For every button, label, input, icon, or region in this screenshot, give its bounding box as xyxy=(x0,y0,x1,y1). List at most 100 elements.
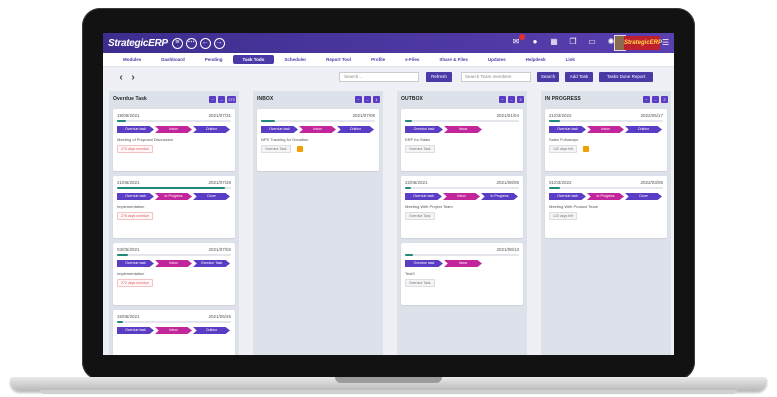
stage-chevrons: Overdue task Inbox Overdue Task xyxy=(117,260,231,267)
back-circle-icon[interactable]: ← xyxy=(199,37,211,49)
prev-arrow-icon[interactable]: ‹ xyxy=(115,72,127,83)
stage-chevron[interactable]: Inbox xyxy=(155,126,192,133)
stage-chevron[interactable]: Inbox xyxy=(587,126,624,133)
menu-item-scheduler[interactable]: Scheduler xyxy=(274,55,316,64)
minus-icon[interactable]: − xyxy=(355,95,362,103)
collapse-icon[interactable]: – xyxy=(218,95,226,103)
menu-item-e-files[interactable]: e-Files xyxy=(395,55,429,64)
monitor-icon[interactable]: ▭ xyxy=(587,37,597,47)
menu-item-pending[interactable]: Pending xyxy=(195,55,233,64)
stage-chevron[interactable]: Overdue task xyxy=(117,260,154,267)
menu-item-modules[interactable]: Modules xyxy=(113,55,151,64)
card-dates: 2021/08/13 xyxy=(401,243,523,252)
task-card[interactable]: 19/05/2021 2021/07/31 Overdue task Inbox Out… xyxy=(113,109,235,171)
stage-chevron[interactable]: In Progress xyxy=(587,193,624,200)
collapse-icon[interactable]: – xyxy=(652,95,659,103)
stage-chevron[interactable]: Overdue task xyxy=(405,126,443,133)
stage-chevron[interactable]: Overdue task xyxy=(405,260,443,267)
stage-chevron[interactable]: Overdue task xyxy=(549,126,586,133)
refresh-button[interactable]: Refresh xyxy=(426,72,452,82)
progress-fill xyxy=(405,187,411,189)
menu-item-updates[interactable]: Updates xyxy=(478,55,516,64)
menu-item-profile[interactable]: Profile xyxy=(361,55,395,64)
stage-chevron[interactable]: Inbox xyxy=(443,193,480,200)
stage-chevron[interactable]: In Progress xyxy=(481,193,518,200)
task-card[interactable]: 21/06/2021 2021/07/28 Overdue task In Progr… xyxy=(113,176,235,238)
copy-icon[interactable]: ❐ xyxy=(568,37,578,47)
task-description: Implementation xyxy=(117,204,145,209)
menu-item-task-todo[interactable]: Task Todo xyxy=(232,55,275,64)
stage-chevron[interactable]: Inbox xyxy=(155,260,192,267)
status-tag: 273 days overdue xyxy=(117,145,153,153)
progress-fill xyxy=(549,187,561,189)
stage-chevron[interactable]: Overdue task xyxy=(405,193,442,200)
column-overdue-task: Overdue Task − –272 19/05/2021 2021/07/31 Ove… xyxy=(109,91,239,355)
search-input[interactable]: Search... xyxy=(339,72,419,82)
next-arrow-icon[interactable]: › xyxy=(127,72,139,83)
more-circle-icon[interactable]: ⋯ xyxy=(185,37,197,49)
menu-circle-icon[interactable]: ≡ xyxy=(171,37,183,49)
task-description: Meeting With Product Team xyxy=(549,204,599,209)
stage-chevron[interactable]: Outbox xyxy=(337,126,374,133)
menu-item-link[interactable]: Link xyxy=(556,55,585,64)
due-date: 2021/07/02 xyxy=(208,247,231,252)
stage-chevron[interactable]: Inbox xyxy=(299,126,336,133)
progress-fill xyxy=(117,120,127,122)
stage-chevrons: Overdue task In Progress Done xyxy=(117,193,231,200)
task-card[interactable]: 2021/01/04 Overdue task Inbox ERP for Sales… xyxy=(401,109,523,171)
menu-item-report-tool[interactable]: Report Tool xyxy=(316,55,361,64)
task-card[interactable]: 2021/08/13 Overdue task Inbox Test3 Overdue … xyxy=(401,243,523,305)
task-card[interactable]: 01/03/2022 2022/03/05 Overdue task In Progr… xyxy=(545,176,667,238)
stage-chevron[interactable]: Outbox xyxy=(193,126,230,133)
ticket-icon[interactable] xyxy=(296,145,303,152)
microphone-icon[interactable]: ● xyxy=(530,37,540,47)
tasks-done-report-button[interactable]: Tasks Done Report xyxy=(599,72,653,82)
stage-chevron[interactable]: Inbox xyxy=(444,260,482,267)
menu-item-dashboard[interactable]: Dashboard xyxy=(151,55,195,64)
task-card[interactable]: 03/05/2021 2021/07/02 Overdue task Inbox Ove… xyxy=(113,243,235,305)
menu-item-helpdesk[interactable]: Helpdesk xyxy=(516,55,556,64)
stage-chevron[interactable]: Overdue task xyxy=(117,327,154,334)
stage-chevron[interactable]: Outbox xyxy=(625,126,662,133)
calculator-icon[interactable]: ▦ xyxy=(549,37,559,47)
stage-chevron[interactable]: Outbox xyxy=(193,327,230,334)
progress-bar xyxy=(261,120,375,122)
minus-icon[interactable]: − xyxy=(209,95,217,103)
task-description: NPS Tracking for Donation xyxy=(261,137,309,142)
mail-icon[interactable]: ✉ xyxy=(511,34,525,47)
hamburger-icon[interactable]: ☰ xyxy=(662,38,671,47)
task-card[interactable]: 22/06/2021 2021/08/05 Overdue task Inbox In … xyxy=(401,176,523,238)
progress-bar xyxy=(549,187,663,189)
stage-chevrons: Overdue task Inbox xyxy=(405,126,519,133)
due-date: 2021/07/31 xyxy=(208,113,231,118)
stage-chevron[interactable]: Inbox xyxy=(444,126,482,133)
stage-chevron[interactable]: Overdue task xyxy=(261,126,298,133)
task-card[interactable]: 16/06/2021 2021/06/26 Overdue task Inbox Out… xyxy=(113,310,235,355)
stage-chevron[interactable]: Overdue Task xyxy=(193,260,230,267)
minus-icon[interactable]: − xyxy=(643,95,650,103)
collapse-icon[interactable]: – xyxy=(508,95,515,103)
task-description: Sales Followups xyxy=(549,137,579,142)
progress-bar xyxy=(405,120,519,122)
menu-item-share-files[interactable]: Share & Files xyxy=(429,55,478,64)
collapse-icon[interactable]: – xyxy=(364,95,371,103)
stage-chevron[interactable]: Overdue task xyxy=(117,126,154,133)
progress-bar xyxy=(117,187,231,189)
team-search-input[interactable]: Search Team members xyxy=(461,72,531,82)
stage-chevron[interactable]: Inbox xyxy=(155,327,192,334)
task-card[interactable]: 21/03/2022 2022/05/17 Overdue task Inbox Out… xyxy=(545,109,667,171)
stage-chevron[interactable]: In Progress xyxy=(155,193,192,200)
task-card[interactable]: 2021/07/09 Overdue task Inbox Outbox NPS Tra… xyxy=(257,109,379,171)
stage-chevron[interactable]: Done xyxy=(193,193,230,200)
due-date: 2021/08/13 xyxy=(496,247,519,252)
add-task-button[interactable]: Add Task xyxy=(565,72,593,82)
stage-chevron[interactable]: Overdue task xyxy=(117,193,154,200)
app-logo[interactable]: StrategicERP xyxy=(108,38,168,49)
stage-chevron[interactable]: Overdue task xyxy=(549,193,586,200)
ticket-icon[interactable] xyxy=(582,145,589,152)
search-button[interactable]: Search xyxy=(537,72,559,82)
progress-fill xyxy=(405,254,413,256)
stage-chevron[interactable]: Done xyxy=(625,193,662,200)
minus-icon[interactable]: − xyxy=(499,95,506,103)
forward-circle-icon[interactable]: → xyxy=(213,37,225,49)
